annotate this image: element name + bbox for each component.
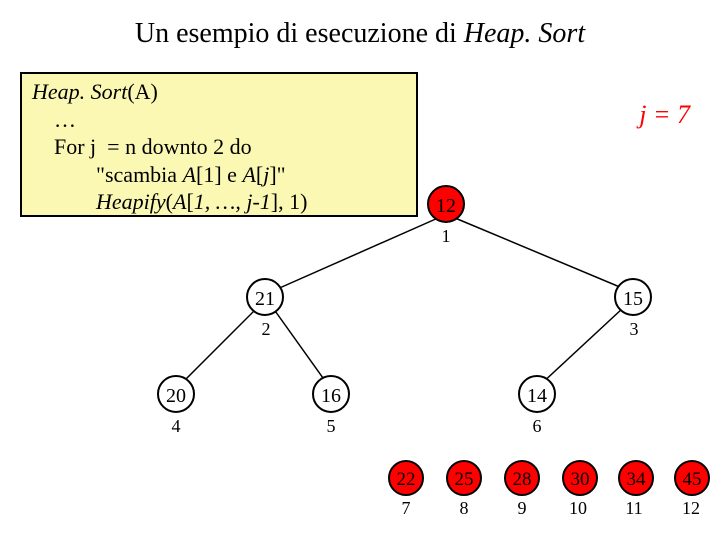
c5f: ], 1) [271,189,308,214]
node-1: 12 [427,185,465,223]
page-title: Un esempio di esecuzione di Heap. Sort [0,18,720,50]
node-12: 45 [674,460,710,496]
c5b: ( [166,189,173,214]
node-2: 21 [246,278,284,316]
node-5: 16 [312,375,350,413]
c5a: Heapify [96,189,166,214]
edge-3-6 [540,308,623,385]
idx-3: 3 [619,319,649,340]
node-8: 25 [446,460,482,496]
code-box: Heap. Sort(A) … For j = n downto 2 do "s… [20,72,418,217]
node-4: 20 [157,375,195,413]
c4g: ]" [269,162,285,187]
c4b: A [183,162,196,187]
code-line-1: Heap. Sort(A) [32,78,406,106]
code-line1-rest: (A) [127,79,158,104]
node-9: 28 [504,460,540,496]
j-value: j = 7 [639,100,690,130]
idx-8: 8 [449,498,479,519]
idx-10: 10 [563,498,593,519]
code-line1-ital: Heap. Sort [32,79,127,104]
node-7: 22 [388,460,424,496]
edge-1-2 [275,218,438,290]
idx-1: 1 [431,226,461,247]
title-text: Un esempio di esecuzione di [135,18,464,49]
c5c: A [173,189,186,214]
idx-7: 7 [391,498,421,519]
c5e: 1, …, j-1 [194,189,271,214]
idx-5: 5 [316,416,346,437]
idx-4: 4 [161,416,191,437]
idx-11: 11 [619,498,649,519]
code-line-2: … [32,106,406,134]
edge-2-5 [273,308,328,385]
idx-12: 12 [676,498,706,519]
idx-9: 9 [507,498,537,519]
title-ital: Heap. Sort [464,18,585,49]
c4a: "scambia [96,162,183,187]
c5d: [ [186,189,193,214]
slide: Un esempio di esecuzione di Heap. Sort H… [0,0,720,540]
node-11: 34 [618,460,654,496]
code-line-4: "scambia A[1] e A[j]" [32,161,406,189]
node-6: 14 [518,375,556,413]
node-3: 15 [614,278,652,316]
c4c: [1] e [196,162,242,187]
c4d: A [242,162,255,187]
edge-1-3 [455,218,627,290]
code-line-3: For j = n downto 2 do [32,133,406,161]
node-10: 30 [562,460,598,496]
code-line-5: Heapify(A[1, …, j-1], 1) [32,188,406,216]
edge-2-4 [180,308,257,385]
idx-2: 2 [251,319,281,340]
idx-6: 6 [522,416,552,437]
